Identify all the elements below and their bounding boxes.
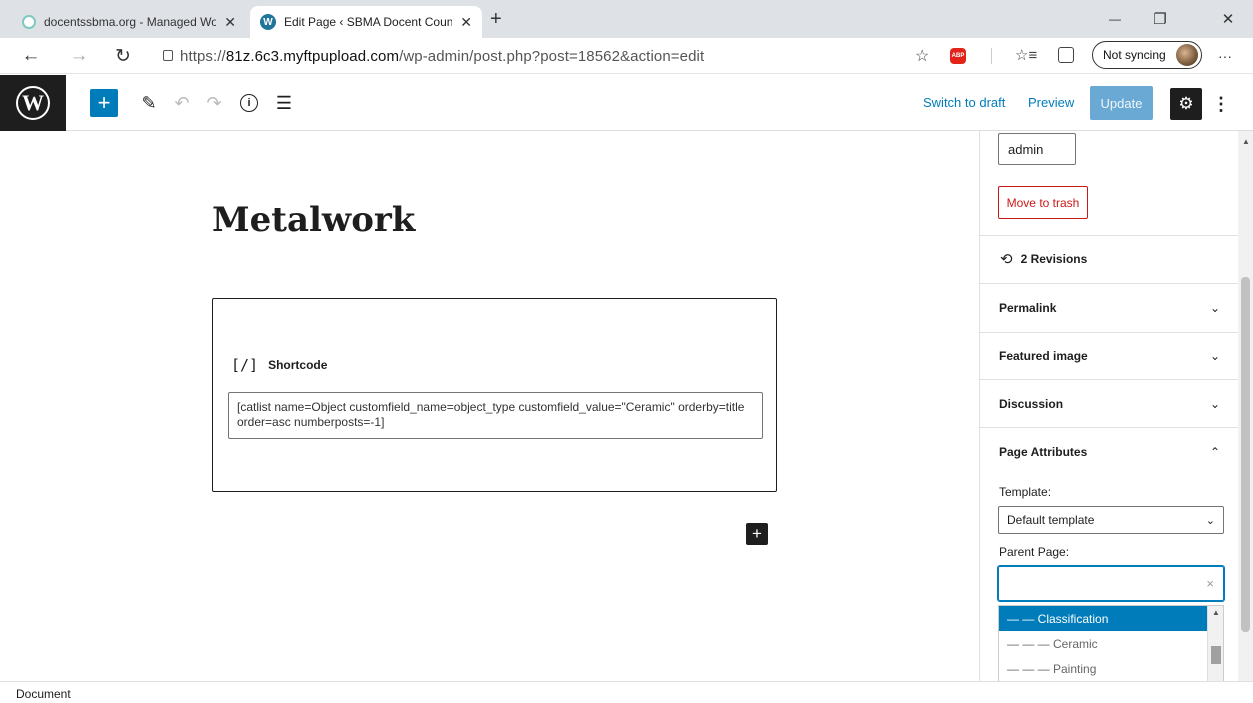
minimize-button[interactable]: — [1095,6,1135,32]
author-field[interactable]: admin [998,133,1076,165]
add-block-button[interactable]: + [90,89,118,117]
update-button[interactable]: Update [1090,86,1153,120]
panel-title: Discussion [999,397,1064,411]
tab-title: docentssbma.org - Managed Wo [44,15,217,29]
panel-permalink[interactable]: Permalink ⌄ [980,284,1238,332]
settings-sidebar: admin Move to trash ⟲ 2 Revisions Permal… [979,131,1238,681]
browser-tab-strip: docentssbma.org - Managed Wo ✕ W Edit Pa… [0,0,1253,38]
favorites-icon[interactable]: ☆≡ [1015,46,1037,64]
scroll-up-icon[interactable]: ▲ [1242,137,1250,146]
option-classification[interactable]: — — Classification [999,606,1207,631]
more-options-icon[interactable]: ⋮ [1212,88,1230,120]
close-window-button[interactable]: ✕ [1208,6,1248,32]
profile-sync-button[interactable]: Not syncing [1092,41,1202,69]
switch-to-draft-button[interactable]: Switch to draft [923,95,1005,110]
browser-tab-docentssbma[interactable]: docentssbma.org - Managed Wo ✕ [12,6,246,38]
parent-page-options: — — Classification — — — Ceramic — — — P… [998,605,1224,681]
adblock-plus-icon[interactable]: ABP [950,48,966,64]
wordpress-logo-icon: W [16,86,50,120]
panel-page-attributes[interactable]: Page Attributes ⌃ [980,428,1238,476]
browser-menu-button[interactable]: ··· [1218,48,1232,64]
list-view-icon[interactable]: ☰ [270,89,298,117]
wordpress-logo-button[interactable]: W [0,75,66,131]
option-painting[interactable]: — — — Painting [999,656,1207,681]
chevron-down-icon: ⌄ [1209,397,1220,411]
url-prefix: https:// [180,47,226,65]
undo-icon[interactable]: ↶ [168,89,196,117]
template-value: Default template [1007,513,1095,527]
revisions-label: 2 Revisions [1020,252,1088,266]
shortcode-block[interactable]: [/] Shortcode [212,298,777,492]
options-scrollbar[interactable]: ▲ [1207,606,1223,681]
chevron-down-icon: ⌄ [1209,301,1220,315]
redo-icon[interactable]: ↷ [200,89,228,117]
shortcode-input[interactable] [228,392,763,439]
block-label-text: Shortcode [268,358,328,372]
scrollbar-thumb[interactable] [1211,646,1221,664]
wordpress-favicon-icon: W [260,14,276,30]
sync-label: Not syncing [1103,48,1166,62]
block-inserter-plus-icon[interactable]: + [746,523,768,545]
panel-featured-image[interactable]: Featured image ⌄ [980,332,1238,380]
collections-icon[interactable] [1058,47,1074,63]
new-tab-button[interactable]: + [490,8,502,31]
info-icon[interactable]: i [235,89,263,117]
chevron-down-icon: ⌄ [1209,349,1220,363]
divider [991,48,992,64]
shortcode-icon: [/] [231,356,259,374]
parent-page-input[interactable] [999,567,1189,600]
panel-title: Page Attributes [999,445,1088,459]
preview-button[interactable]: Preview [1028,95,1074,110]
history-icon: ⟲ [1000,251,1013,268]
block-label: [/] Shortcode [231,356,327,374]
move-to-trash-button[interactable]: Move to trash [998,186,1088,219]
tab-title: Edit Page ‹ SBMA Docent Counc [284,15,453,29]
reload-button[interactable]: ↻ [108,42,138,70]
avatar [1176,44,1198,66]
revisions-link[interactable]: ⟲ 2 Revisions [1000,250,1087,268]
block-breadcrumb: Document [0,681,1253,703]
parent-page-label: Parent Page: [999,545,1070,559]
clear-icon[interactable]: × [1206,576,1214,591]
divider [980,235,1238,236]
forward-button[interactable]: → [64,42,94,70]
close-tab-icon[interactable]: ✕ [224,14,236,31]
address-bar[interactable]: https://81z.6c3.myftpupload.com/wp-admin… [155,42,905,70]
edit-tools-pencil-icon[interactable]: ✎ [135,89,163,117]
template-select[interactable]: Default template ⌄ [998,506,1224,534]
chevron-down-icon: ⌄ [1205,514,1215,527]
adblock-label: ABP [951,53,965,59]
scrollbar-thumb[interactable] [1241,277,1250,632]
page-title[interactable]: Metalwork [212,200,415,240]
panel-title: Permalink [999,301,1057,315]
panel-discussion[interactable]: Discussion ⌄ [980,380,1238,428]
browser-toolbar: ← → ↻ https://81z.6c3.myftpupload.com/wp… [0,38,1253,74]
restore-button[interactable]: ❐ [1140,6,1180,32]
scroll-up-icon[interactable]: ▲ [1212,608,1220,617]
back-button[interactable]: ← [16,42,46,70]
parent-page-combobox[interactable]: × [998,566,1224,601]
sidebar-scrollbar[interactable]: ▲ [1238,131,1253,681]
template-label: Template: [999,485,1052,499]
browser-tab-edit-page[interactable]: W Edit Page ‹ SBMA Docent Counc ✕ [250,6,482,38]
settings-gear-icon[interactable]: ⚙ [1170,88,1202,120]
chevron-up-icon: ⌃ [1209,445,1220,459]
managed-wp-favicon-icon [22,15,36,29]
favorites-star-icon[interactable]: ☆ [915,46,929,66]
url-host: 81z.6c3.myftpupload.com [225,47,400,65]
option-ceramic[interactable]: — — — Ceramic [999,631,1207,656]
close-tab-icon[interactable]: ✕ [460,14,472,31]
breadcrumb-document[interactable]: Document [16,687,71,701]
editor-header: W + ✎ ↶ ↷ i ☰ Switch to draft Preview Up… [0,75,1253,131]
panel-title: Featured image [999,349,1088,363]
url-path: /wp-admin/post.php?post=18562&action=edi… [399,47,705,65]
